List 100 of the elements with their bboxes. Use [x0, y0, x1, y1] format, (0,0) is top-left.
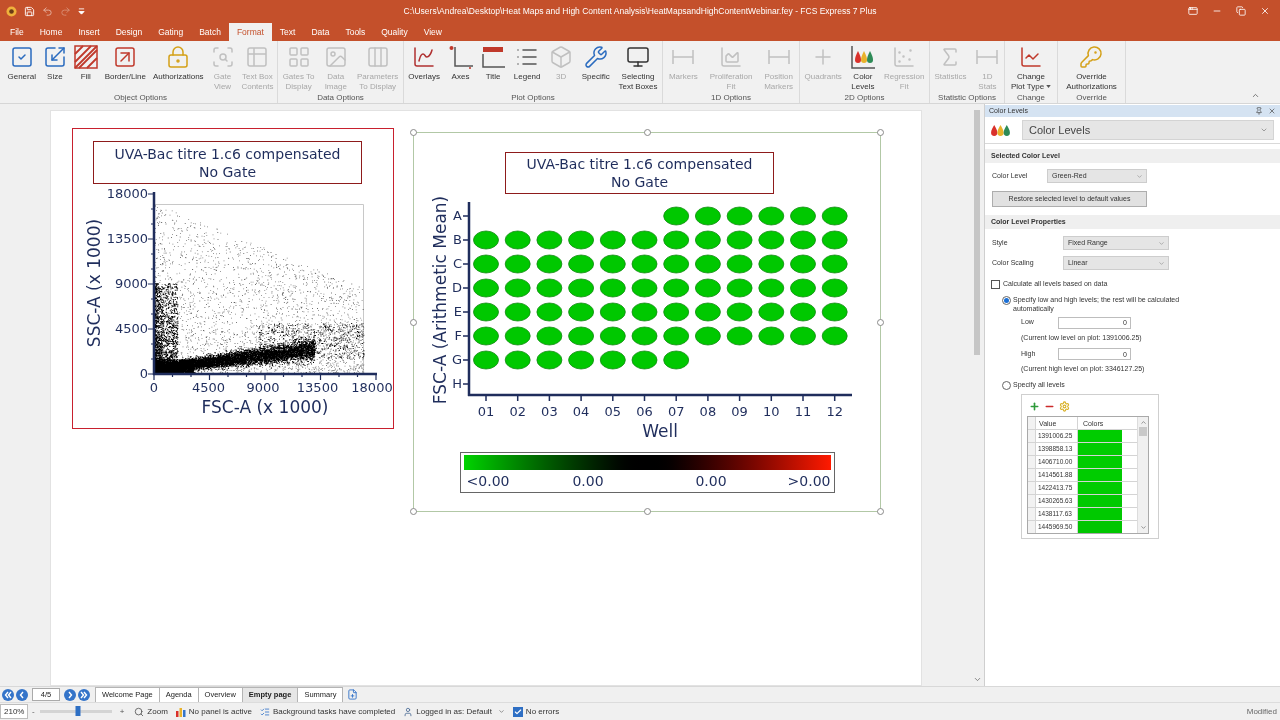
chevron-down-icon[interactable]	[972, 675, 982, 684]
ribbon-group-label: 1D Options	[710, 92, 752, 104]
zoom-button[interactable]: Zoom	[134, 705, 168, 718]
collapse-ribbon-icon[interactable]	[1251, 91, 1260, 100]
color-drops-icon	[850, 45, 875, 69]
title-bar-icon	[481, 45, 506, 69]
selection-handle[interactable]	[877, 508, 884, 515]
ribbon-group-label: Change	[1016, 92, 1046, 104]
ribbon-button[interactable]: Change Plot Type	[1007, 41, 1055, 92]
user-button[interactable]: Logged in as: Default	[403, 705, 505, 718]
ribbon-button[interactable]: Title	[478, 41, 509, 82]
menu-tab[interactable]: Batch	[191, 23, 229, 41]
gear-icon[interactable]	[1059, 401, 1070, 412]
new-page-icon[interactable]	[347, 689, 359, 700]
column-label: 07	[666, 403, 686, 421]
chevron-left-icon[interactable]	[16, 688, 28, 701]
check-square-icon	[9, 45, 34, 69]
radio-button[interactable]	[1002, 295, 1011, 305]
pin-icon[interactable]	[1255, 107, 1263, 115]
ribbon-group-label: Override	[1075, 92, 1108, 104]
axis-label: Well	[641, 421, 679, 441]
checkbox[interactable]	[991, 279, 1000, 289]
slider-thumb[interactable]	[75, 706, 81, 716]
selection-handle[interactable]	[644, 508, 651, 515]
row-label: B	[452, 231, 462, 249]
row-label: G	[450, 351, 462, 369]
zoom-field[interactable]: 210%	[0, 704, 28, 719]
window-display-icon[interactable]	[1188, 6, 1198, 16]
ribbon-button[interactable]: Fill	[70, 41, 101, 82]
status-text: No panel is active	[188, 705, 252, 718]
resize-icon	[42, 45, 67, 69]
ribbon-button[interactable]: Legend	[510, 41, 544, 82]
menu-tab[interactable]: Home	[31, 23, 71, 41]
scrollbar-thumb[interactable]	[974, 110, 980, 355]
double-chevron-left-icon[interactable]	[2, 688, 14, 701]
row-label: C	[451, 255, 462, 273]
selection-handle[interactable]	[877, 129, 884, 136]
checkbox[interactable]	[512, 706, 523, 717]
double-chevron-right-icon[interactable]	[78, 688, 90, 701]
save-icon[interactable]	[24, 5, 35, 17]
axis-tick-label: 18000	[105, 186, 148, 202]
app-logo-icon[interactable]	[6, 5, 17, 17]
lock-icon	[166, 45, 191, 69]
selection-handle[interactable]	[877, 319, 884, 326]
line-chart-icon	[412, 45, 437, 69]
axis-tick-label: 4500	[190, 380, 227, 396]
menu-tab[interactable]: Insert	[70, 23, 108, 41]
axis-tick-label: 9000	[113, 276, 148, 292]
axis-tick-label: 13500	[295, 380, 340, 396]
color-drops-icon	[991, 124, 1010, 136]
scale-label: >0.00	[787, 472, 831, 490]
menu-tab[interactable]: View	[415, 23, 450, 41]
ribbon-button[interactable]: Axes	[445, 41, 476, 82]
ribbon-group-label: Plot Options	[510, 92, 556, 104]
menu-tab[interactable]: Tools	[337, 23, 374, 41]
ribbon-button[interactable]: Size	[39, 41, 70, 82]
column-label: 12	[825, 403, 844, 421]
chevron-down-icon	[1260, 126, 1268, 134]
selection-handle[interactable]	[644, 129, 651, 136]
selection-handle[interactable]	[410, 319, 417, 326]
column-label: 09	[730, 403, 749, 421]
ribbon-button[interactable]: Authorizations	[149, 41, 207, 82]
scrollbar[interactable]	[1137, 416, 1148, 533]
ribbon-button[interactable]: Color Levels	[847, 41, 878, 92]
add-icon[interactable]	[1029, 401, 1040, 412]
chevron-right-icon[interactable]	[64, 688, 76, 701]
ribbon-button[interactable]: Overlays	[405, 41, 443, 82]
axis-tick-label: 0	[138, 366, 148, 382]
redo-icon[interactable]	[60, 5, 71, 17]
ribbon-button[interactable]: Border/Line	[101, 41, 149, 82]
menu-tab[interactable]: Quality	[373, 23, 416, 41]
menu-tab[interactable]: File	[2, 23, 32, 41]
undo-icon[interactable]	[42, 5, 53, 17]
restore-icon[interactable]	[1236, 6, 1246, 16]
radio-button[interactable]	[1002, 380, 1011, 390]
checklist-icon	[259, 706, 270, 717]
ribbon-button[interactable]: General	[4, 41, 39, 82]
selection-handle[interactable]	[410, 508, 417, 515]
menu-tab[interactable]: Text	[271, 23, 304, 41]
area-chart-icon	[719, 45, 743, 69]
menu-tab[interactable]: Format	[228, 23, 272, 41]
ribbon-button[interactable]: Selecting Text Boxes	[615, 41, 661, 92]
close-icon[interactable]	[1268, 107, 1276, 115]
zoom-in-button[interactable]: +	[119, 705, 125, 718]
menu-tab[interactable]: Design	[107, 23, 151, 41]
scale-label: <0.00	[466, 472, 510, 490]
chevron-down-icon	[1158, 239, 1165, 247]
panel-selector-dropdown[interactable]: Color Levels	[1022, 120, 1274, 140]
ribbon-button[interactable]: Specific	[578, 41, 613, 82]
zoom-out-button[interactable]: -	[32, 705, 35, 718]
close-icon[interactable]	[1260, 6, 1270, 16]
scrollbar-thumb[interactable]	[1139, 426, 1148, 436]
chevron-down-icon[interactable]	[1139, 523, 1147, 531]
menu-tab[interactable]: Gating	[150, 23, 192, 41]
grid-icon	[286, 45, 311, 69]
ribbon-button[interactable]: Override Authorizations	[1063, 41, 1120, 92]
menu-tab[interactable]: Data	[303, 23, 338, 41]
selection-handle[interactable]	[410, 129, 417, 136]
customize-caret-icon[interactable]	[78, 7, 85, 15]
chevron-up-icon[interactable]	[1139, 418, 1147, 426]
